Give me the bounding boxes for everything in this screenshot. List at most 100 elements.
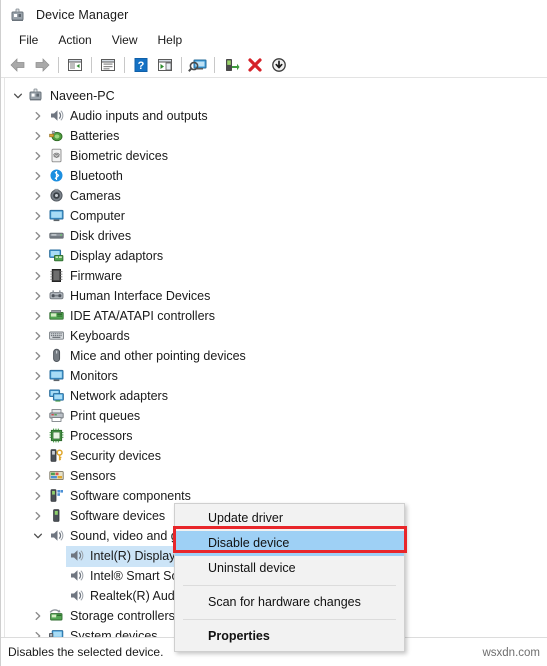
device-manager-icon (10, 7, 27, 23)
tree-item-display-adaptors[interactable]: Display adaptors (1, 246, 547, 266)
chevron-right-icon[interactable] (30, 406, 46, 426)
menu-bar: File Action View Help (1, 29, 547, 52)
chevron-right-icon[interactable] (30, 166, 46, 186)
tree-item-print-queues[interactable]: Print queues (1, 406, 547, 426)
tree-item-monitors[interactable]: Monitors (1, 366, 547, 386)
tree-item-cameras[interactable]: Cameras (1, 186, 547, 206)
menu-help[interactable]: Help (148, 31, 193, 50)
tree-item-processors[interactable]: Processors (1, 426, 547, 446)
tree-item-bluetooth[interactable]: Bluetooth (1, 166, 547, 186)
toolbar-separator-1 (58, 56, 59, 73)
tree-item-label: Human Interface Devices (70, 288, 211, 303)
ctx-properties[interactable]: Properties (175, 624, 404, 649)
properties-icon[interactable] (96, 54, 120, 76)
tree-item-label: Biometric devices (70, 148, 168, 163)
tree-item-computer[interactable]: Computer (1, 206, 547, 226)
printer-icon (47, 407, 65, 425)
chevron-right-icon[interactable] (30, 466, 46, 486)
tree-item-label: Firmware (70, 268, 123, 283)
chevron-right-icon[interactable] (30, 626, 46, 637)
toolbar-separator-2 (91, 56, 92, 73)
tree-item-sensors[interactable]: Sensors (1, 466, 547, 486)
toolbar-separator-5 (214, 56, 215, 73)
chevron-right-icon[interactable] (30, 286, 46, 306)
forward-arrow-icon[interactable] (30, 54, 54, 76)
uninstall-device-icon[interactable] (243, 54, 267, 76)
tree-item-label: Security devices (70, 448, 162, 463)
speaker-icon (67, 547, 85, 565)
chevron-right-icon[interactable] (30, 186, 46, 206)
tree-item-firmware[interactable]: Firmware (1, 266, 547, 286)
tree-item-label: Processors (70, 428, 133, 443)
software-component-icon (47, 487, 65, 505)
chevron-right-icon[interactable] (30, 366, 46, 386)
tree-item-label: Disk drives (70, 228, 132, 243)
tree-item-disk-drives[interactable]: Disk drives (1, 226, 547, 246)
computer-root-icon (27, 87, 45, 105)
chevron-right-icon[interactable] (30, 246, 46, 266)
chevron-right-icon[interactable] (30, 506, 46, 526)
tree-item-keyboards[interactable]: Keyboards (1, 326, 547, 346)
tree-item-naveen-pc[interactable]: Naveen-PC (1, 86, 547, 106)
device-manager-window: Device Manager File Action View Help ? N… (0, 0, 547, 666)
menu-file[interactable]: File (9, 31, 48, 50)
tree-item-label: Print queues (70, 408, 141, 423)
storage-controller-icon (47, 607, 65, 625)
tree-item-label: Mice and other pointing devices (70, 348, 246, 363)
tree-item-label: Computer (70, 208, 125, 223)
back-arrow-icon[interactable] (6, 54, 30, 76)
tree-item-batteries[interactable]: Batteries (1, 126, 547, 146)
tree-item-human-interface-devices[interactable]: Human Interface Devices (1, 286, 547, 306)
enable-device-icon[interactable] (219, 54, 243, 76)
ctx-uninstall-device[interactable]: Uninstall device (175, 556, 404, 581)
menu-action[interactable]: Action (48, 31, 101, 50)
chevron-right-icon[interactable] (30, 206, 46, 226)
chevron-right-icon[interactable] (30, 486, 46, 506)
svg-text:?: ? (138, 60, 145, 72)
tree-item-mice-and-other-pointing-devices[interactable]: Mice and other pointing devices (1, 346, 547, 366)
chevron-right-icon[interactable] (30, 106, 46, 126)
update-driver-icon[interactable] (153, 54, 177, 76)
tree-item-label: Network adapters (70, 388, 168, 403)
display-adapter-icon (47, 247, 65, 265)
tree-item-label: Display adaptors (70, 248, 164, 263)
show-hide-console-tree-icon[interactable] (63, 54, 87, 76)
chevron-down-icon[interactable] (10, 86, 26, 106)
ctx-update-driver[interactable]: Update driver (175, 506, 404, 531)
ctx-scan-hardware-changes[interactable]: Scan for hardware changes (175, 590, 404, 615)
tree-item-ide-ata-atapi-controllers[interactable]: IDE ATA/ATAPI controllers (1, 306, 547, 326)
tree-item-label: Software components (70, 488, 191, 503)
chevron-right-icon[interactable] (30, 306, 46, 326)
chevron-right-icon[interactable] (30, 146, 46, 166)
ctx-separator-2 (183, 619, 396, 620)
chevron-right-icon[interactable] (30, 606, 46, 626)
keyboard-icon (47, 327, 65, 345)
chevron-right-icon[interactable] (30, 426, 46, 446)
ctx-separator-1 (183, 585, 396, 586)
toolbar-separator-3 (124, 56, 125, 73)
chevron-right-icon[interactable] (30, 266, 46, 286)
software-device-icon (47, 507, 65, 525)
chevron-right-icon[interactable] (30, 326, 46, 346)
window-title: Device Manager (36, 7, 129, 22)
chevron-down-icon[interactable] (30, 526, 46, 546)
bluetooth-icon (47, 167, 65, 185)
help-icon[interactable]: ? (129, 54, 153, 76)
ctx-disable-device[interactable]: Disable device (175, 531, 404, 556)
chevron-right-icon[interactable] (30, 226, 46, 246)
tree-item-biometric-devices[interactable]: Biometric devices (1, 146, 547, 166)
battery-icon (47, 127, 65, 145)
tree-item-network-adapters[interactable]: Network adapters (1, 386, 547, 406)
tree-item-audio-inputs-and-outputs[interactable]: Audio inputs and outputs (1, 106, 547, 126)
context-menu[interactable]: Update driver Disable device Uninstall dev… (174, 503, 405, 652)
menu-view[interactable]: View (102, 31, 148, 50)
tree-item-security-devices[interactable]: Security devices (1, 446, 547, 466)
chevron-right-icon[interactable] (30, 126, 46, 146)
disable-device-icon[interactable] (267, 54, 291, 76)
tree-item-label: IDE ATA/ATAPI controllers (70, 308, 215, 323)
chevron-right-icon[interactable] (30, 346, 46, 366)
chevron-right-icon[interactable] (30, 446, 46, 466)
tree-item-label: Realtek(R) Audio (90, 588, 185, 603)
scan-hardware-changes-icon[interactable] (186, 54, 210, 76)
chevron-right-icon[interactable] (30, 386, 46, 406)
